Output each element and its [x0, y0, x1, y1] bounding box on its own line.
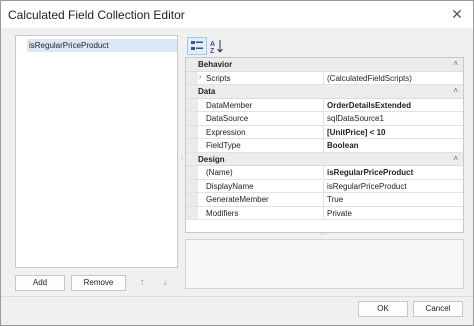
- row-gutter: [186, 206, 198, 219]
- row-divider: [323, 193, 324, 206]
- row-divider: [323, 166, 324, 179]
- property-grid-toolbar: A Z: [185, 37, 465, 57]
- field-list: isRegularPriceProduct: [15, 35, 178, 268]
- close-icon[interactable]: ✕: [447, 5, 467, 23]
- property-value[interactable]: (CalculatedFieldScripts): [327, 74, 412, 83]
- chevron-up-icon[interactable]: ˄: [453, 59, 458, 68]
- row-divider: [323, 98, 324, 111]
- property-value[interactable]: isRegularPriceProduct: [327, 168, 413, 177]
- property-grid: Behavior ˄ › Scripts (CalculatedFieldScr…: [185, 57, 464, 233]
- chevron-up-icon[interactable]: ˄: [453, 154, 458, 163]
- list-item[interactable]: isRegularPriceProduct: [27, 39, 177, 52]
- property-name: FieldType: [206, 141, 241, 150]
- row-gutter: [186, 125, 198, 138]
- svg-text:A: A: [210, 41, 215, 48]
- category-label: Data: [198, 87, 216, 96]
- arrow-up-icon[interactable]: ↑: [135, 275, 149, 291]
- property-row-datamember[interactable]: DataMember OrderDetailsExtended: [186, 98, 463, 112]
- splitter-handle[interactable]: ⋮: [179, 155, 185, 164]
- description-panel: [185, 239, 464, 289]
- add-button[interactable]: Add: [15, 275, 65, 291]
- row-divider: [323, 139, 324, 152]
- property-row-name[interactable]: (Name) isRegularPriceProduct: [186, 166, 463, 180]
- property-name: DataSource: [206, 114, 249, 123]
- remove-button[interactable]: Remove: [71, 275, 126, 291]
- property-row-expression[interactable]: Expression [UnitPrice] < 10: [186, 125, 463, 139]
- row-gutter: [186, 166, 198, 179]
- arrow-down-icon[interactable]: ↓: [158, 275, 172, 291]
- category-label: Design: [198, 154, 225, 164]
- row-divider: [323, 71, 324, 84]
- property-name: (Name): [206, 168, 233, 177]
- property-value[interactable]: OrderDetailsExtended: [327, 101, 411, 110]
- row-gutter: [186, 112, 198, 125]
- ok-button[interactable]: OK: [358, 301, 408, 317]
- collection-editor-dialog: Calculated Field Collection Editor ✕ isR…: [0, 0, 474, 326]
- title-bar: Calculated Field Collection Editor ✕: [1, 1, 473, 28]
- categorized-icon[interactable]: [187, 37, 207, 55]
- row-divider: [323, 179, 324, 192]
- property-value[interactable]: Private: [327, 209, 352, 218]
- property-row-fieldtype[interactable]: FieldType Boolean: [186, 139, 463, 153]
- row-divider: [323, 112, 324, 125]
- property-value[interactable]: [UnitPrice] < 10: [327, 128, 385, 137]
- property-name: Expression: [206, 127, 246, 137]
- row-divider: [323, 206, 324, 219]
- row-gutter: [186, 179, 198, 192]
- row-gutter: [186, 98, 198, 111]
- property-name: DataMember: [206, 100, 253, 110]
- property-value[interactable]: sqlDataSource1: [327, 114, 384, 123]
- property-value[interactable]: isRegularPriceProduct: [327, 182, 407, 191]
- property-row-generatemember[interactable]: GenerateMember True: [186, 193, 463, 207]
- category-design[interactable]: Design ˄: [186, 152, 463, 166]
- property-name: Scripts: [206, 73, 231, 83]
- property-value[interactable]: Boolean: [327, 141, 359, 150]
- category-behavior[interactable]: Behavior ˄: [186, 58, 463, 72]
- row-gutter: [186, 193, 198, 206]
- sort-alphabetical-icon[interactable]: A Z: [207, 37, 227, 55]
- category-label: Behavior: [198, 60, 233, 69]
- property-value[interactable]: True: [327, 195, 343, 204]
- chevron-right-icon[interactable]: ›: [199, 74, 201, 81]
- property-row-scripts[interactable]: › Scripts (CalculatedFieldScripts): [186, 71, 463, 85]
- property-row-datasource[interactable]: DataSource sqlDataSource1: [186, 112, 463, 126]
- footer-divider: [1, 296, 473, 297]
- row-gutter: [186, 139, 198, 152]
- property-name: Modifiers: [206, 208, 239, 218]
- property-name: GenerateMember: [206, 195, 269, 204]
- chevron-up-icon[interactable]: ˄: [453, 86, 458, 95]
- cancel-button[interactable]: Cancel: [413, 301, 463, 317]
- property-name: DisplayName: [206, 181, 254, 191]
- window-title: Calculated Field Collection Editor: [8, 8, 185, 22]
- svg-text:Z: Z: [210, 48, 215, 54]
- property-row-displayname[interactable]: DisplayName isRegularPriceProduct: [186, 179, 463, 193]
- row-divider: [323, 125, 324, 138]
- row-gutter: [186, 71, 198, 84]
- category-data[interactable]: Data ˄: [186, 85, 463, 99]
- property-row-modifiers[interactable]: Modifiers Private: [186, 206, 463, 220]
